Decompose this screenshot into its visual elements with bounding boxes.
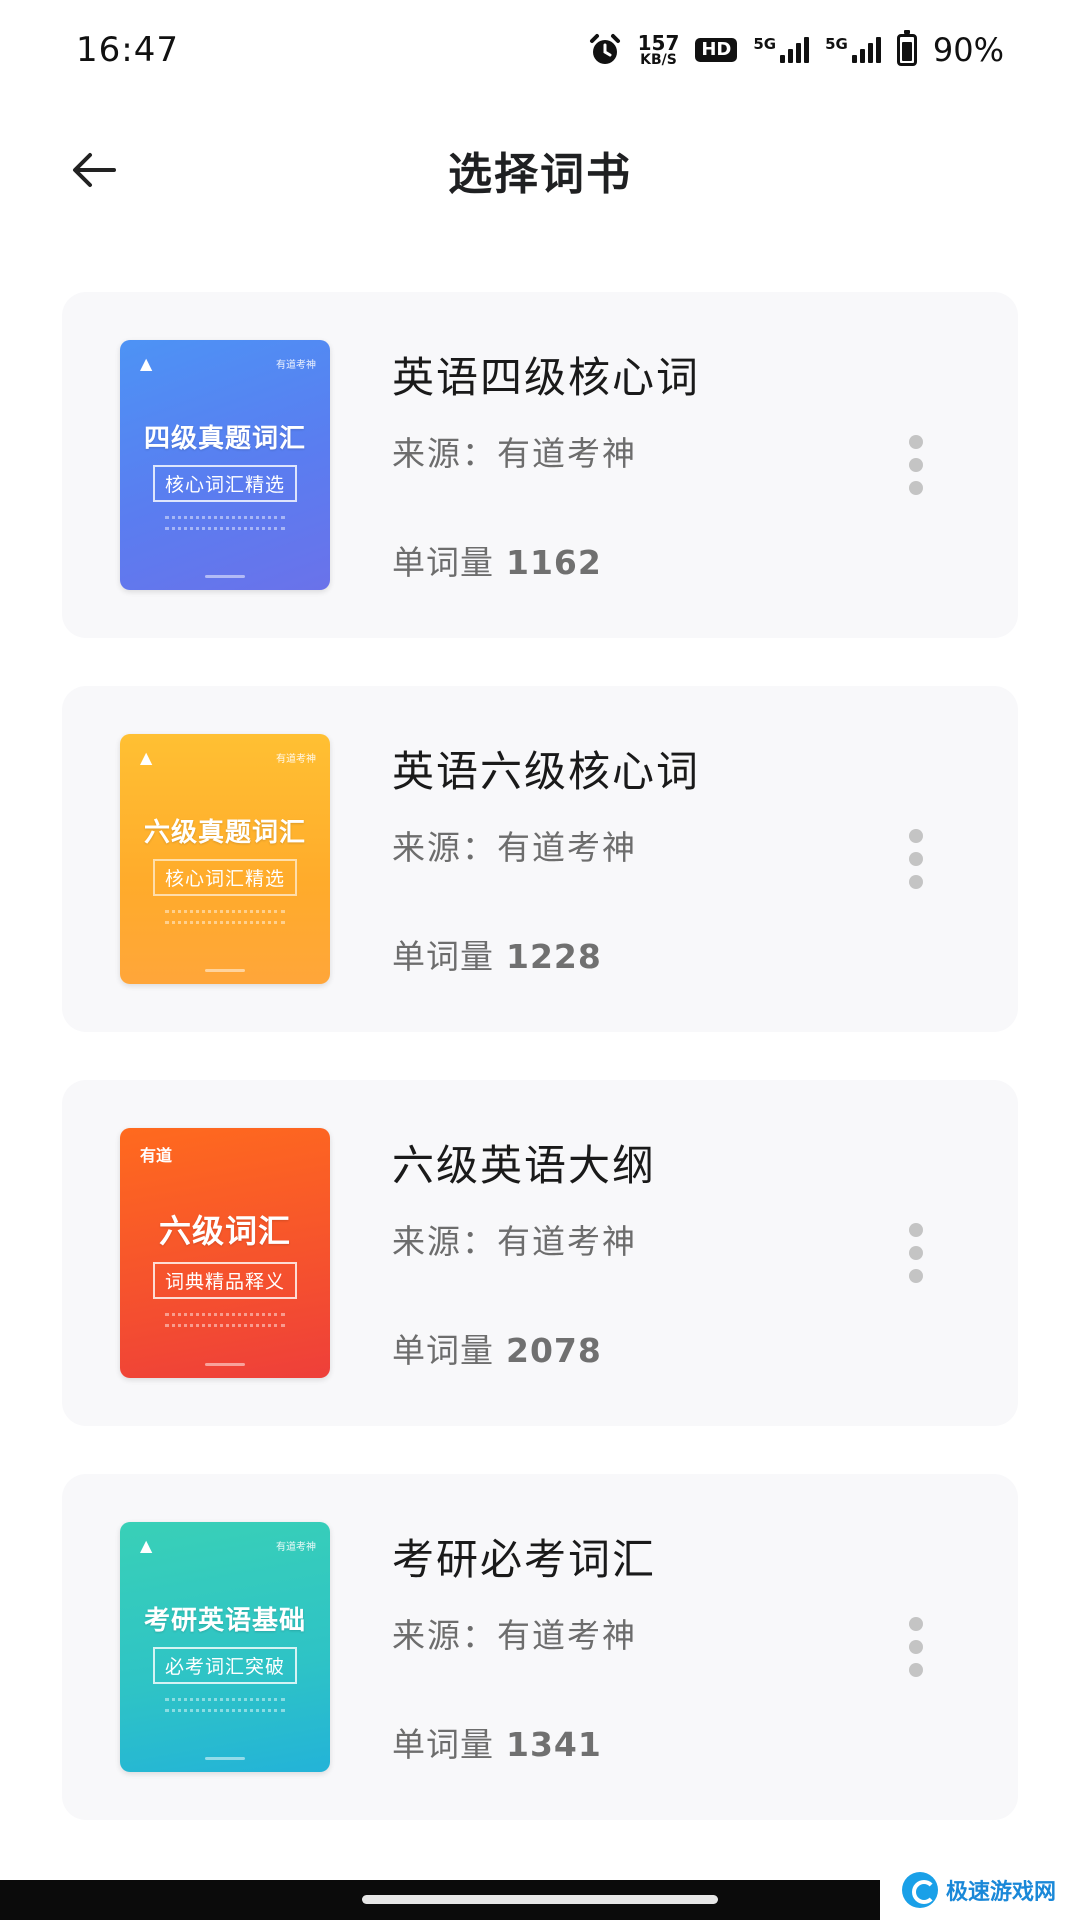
- cap-logo-icon: ▲: [140, 748, 153, 767]
- book-info: 六级英语大纲 来源：有道考神: [392, 1132, 656, 1263]
- book-title: 英语六级核心词: [392, 747, 701, 796]
- book-title: 考研必考词汇: [392, 1535, 657, 1584]
- word-count: 单词量 2078: [392, 1324, 602, 1372]
- cover-description: [165, 1698, 285, 1712]
- status-icons: 157 KB/S HD 5G 5G 90%: [588, 30, 1004, 69]
- book-cover: ▲ 有道考神 考研英语基础 必考词汇突破: [120, 1522, 330, 1772]
- watermark: 极速游戏网: [901, 1872, 1056, 1908]
- book-info: 英语六级核心词 来源：有道考神: [392, 738, 700, 869]
- word-count-value: 1228: [506, 937, 602, 976]
- signal-bars-icon: [780, 37, 810, 63]
- cover-description: [165, 516, 285, 530]
- book-cover: 有道 六级词汇 词典精品释义: [120, 1128, 330, 1378]
- header: 选择词书: [0, 110, 1080, 230]
- watermark-text: 极速游戏网: [945, 1880, 1056, 1905]
- book-title: 英语四级核心词: [392, 353, 701, 402]
- word-count-value: 1341: [506, 1725, 602, 1764]
- network-speed-value: 157: [637, 31, 680, 55]
- cap-logo-icon: ▲: [140, 1536, 153, 1555]
- book-source: 来源：有道考神: [392, 434, 637, 473]
- cover-brand: 有道考神: [276, 754, 316, 765]
- cover-brand: 有道考神: [276, 360, 316, 371]
- home-indicator[interactable]: [362, 1895, 718, 1904]
- cover-title: 四级真题词汇: [143, 424, 306, 454]
- network-speed: 157 KB/S: [638, 33, 680, 67]
- more-options-button[interactable]: [896, 1617, 936, 1677]
- cover-footer: [205, 969, 245, 972]
- back-arrow-icon: [73, 153, 116, 187]
- book-cover: ▲ 有道考神 四级真题词汇 核心词汇精选: [120, 340, 330, 590]
- cover-subtitle: 必考词汇突破: [152, 1647, 297, 1684]
- cover-subtitle: 核心词汇精选: [152, 859, 297, 896]
- cover-brand: 有道考神: [276, 1542, 316, 1553]
- cap-logo-icon: ▲: [140, 354, 153, 373]
- cover-subtitle: 词典精品释义: [152, 1262, 297, 1299]
- book-list: ▲ 有道考神 四级真题词汇 核心词汇精选 英语四级核心词 来源：有道考神 单词量…: [62, 292, 1018, 1868]
- book-card[interactable]: ▲ 有道考神 考研英语基础 必考词汇突破 考研必考词汇 来源：有道考神 单词量 1…: [62, 1474, 1018, 1820]
- word-count: 单词量 1341: [392, 1718, 602, 1766]
- more-dots-icon: [909, 829, 923, 843]
- cover-description: [165, 1313, 285, 1327]
- book-info: 英语四级核心词 来源：有道考神: [392, 344, 700, 475]
- cover-subtitle: 核心词汇精选: [152, 465, 297, 502]
- status-time: 16:47: [76, 30, 179, 70]
- more-dots-icon: [909, 435, 923, 449]
- battery-percent: 90%: [932, 31, 1004, 69]
- word-count-label: 单词量: [392, 543, 494, 582]
- more-dots-icon: [909, 1223, 923, 1237]
- watermark-logo-icon: [901, 1872, 938, 1908]
- hd-voice-badge: HD: [695, 38, 738, 62]
- page-title: 选择词书: [448, 149, 632, 200]
- book-source: 来源：有道考神: [392, 1222, 637, 1261]
- word-count: 单词量 1162: [392, 536, 602, 584]
- alarm-clock-icon: [588, 33, 622, 67]
- book-card[interactable]: 有道 六级词汇 词典精品释义 六级英语大纲 来源：有道考神 单词量 2078: [62, 1080, 1018, 1426]
- signal-bars-icon: [851, 37, 881, 63]
- book-title: 六级英语大纲: [392, 1141, 657, 1190]
- back-button[interactable]: [64, 140, 124, 200]
- cover-footer: [205, 1363, 245, 1366]
- more-dots-icon: [909, 1617, 923, 1631]
- cover-title: 考研英语基础: [143, 1606, 306, 1636]
- cover-description: [165, 910, 285, 924]
- more-options-button[interactable]: [896, 1223, 936, 1283]
- word-count: 单词量 1228: [392, 930, 602, 978]
- cover-footer: [205, 575, 245, 578]
- book-source: 来源：有道考神: [392, 828, 637, 867]
- book-card[interactable]: ▲ 有道考神 六级真题词汇 核心词汇精选 英语六级核心词 来源：有道考神 单词量…: [62, 686, 1018, 1032]
- word-count-label: 单词量: [392, 937, 494, 976]
- more-options-button[interactable]: [896, 435, 936, 495]
- cover-title: 六级真题词汇: [143, 818, 306, 848]
- book-info: 考研必考词汇 来源：有道考神: [392, 1526, 656, 1657]
- status-bar: 16:47 157 KB/S HD 5G 5G 90%: [0, 0, 1080, 100]
- signal-sim1-label: 5G: [753, 35, 777, 53]
- cover-footer: [205, 1757, 245, 1760]
- signal-sim1: 5G: [753, 35, 810, 63]
- word-count-label: 单词量: [392, 1331, 494, 1370]
- battery-icon: [896, 30, 917, 66]
- word-count-value: 1162: [506, 543, 602, 582]
- book-card[interactable]: ▲ 有道考神 四级真题词汇 核心词汇精选 英语四级核心词 来源：有道考神 单词量…: [62, 292, 1018, 638]
- word-count-label: 单词量: [392, 1725, 494, 1764]
- network-speed-unit: KB/S: [640, 52, 677, 68]
- book-cover: ▲ 有道考神 六级真题词汇 核心词汇精选: [120, 734, 330, 984]
- signal-sim2-label: 5G: [825, 35, 848, 53]
- signal-sim2: 5G: [825, 37, 881, 63]
- book-source: 来源：有道考神: [392, 1616, 637, 1655]
- more-options-button[interactable]: [896, 829, 936, 889]
- cover-logo: 有道: [140, 1146, 173, 1165]
- cover-title: 六级词汇: [158, 1212, 291, 1250]
- word-count-value: 2078: [506, 1331, 602, 1370]
